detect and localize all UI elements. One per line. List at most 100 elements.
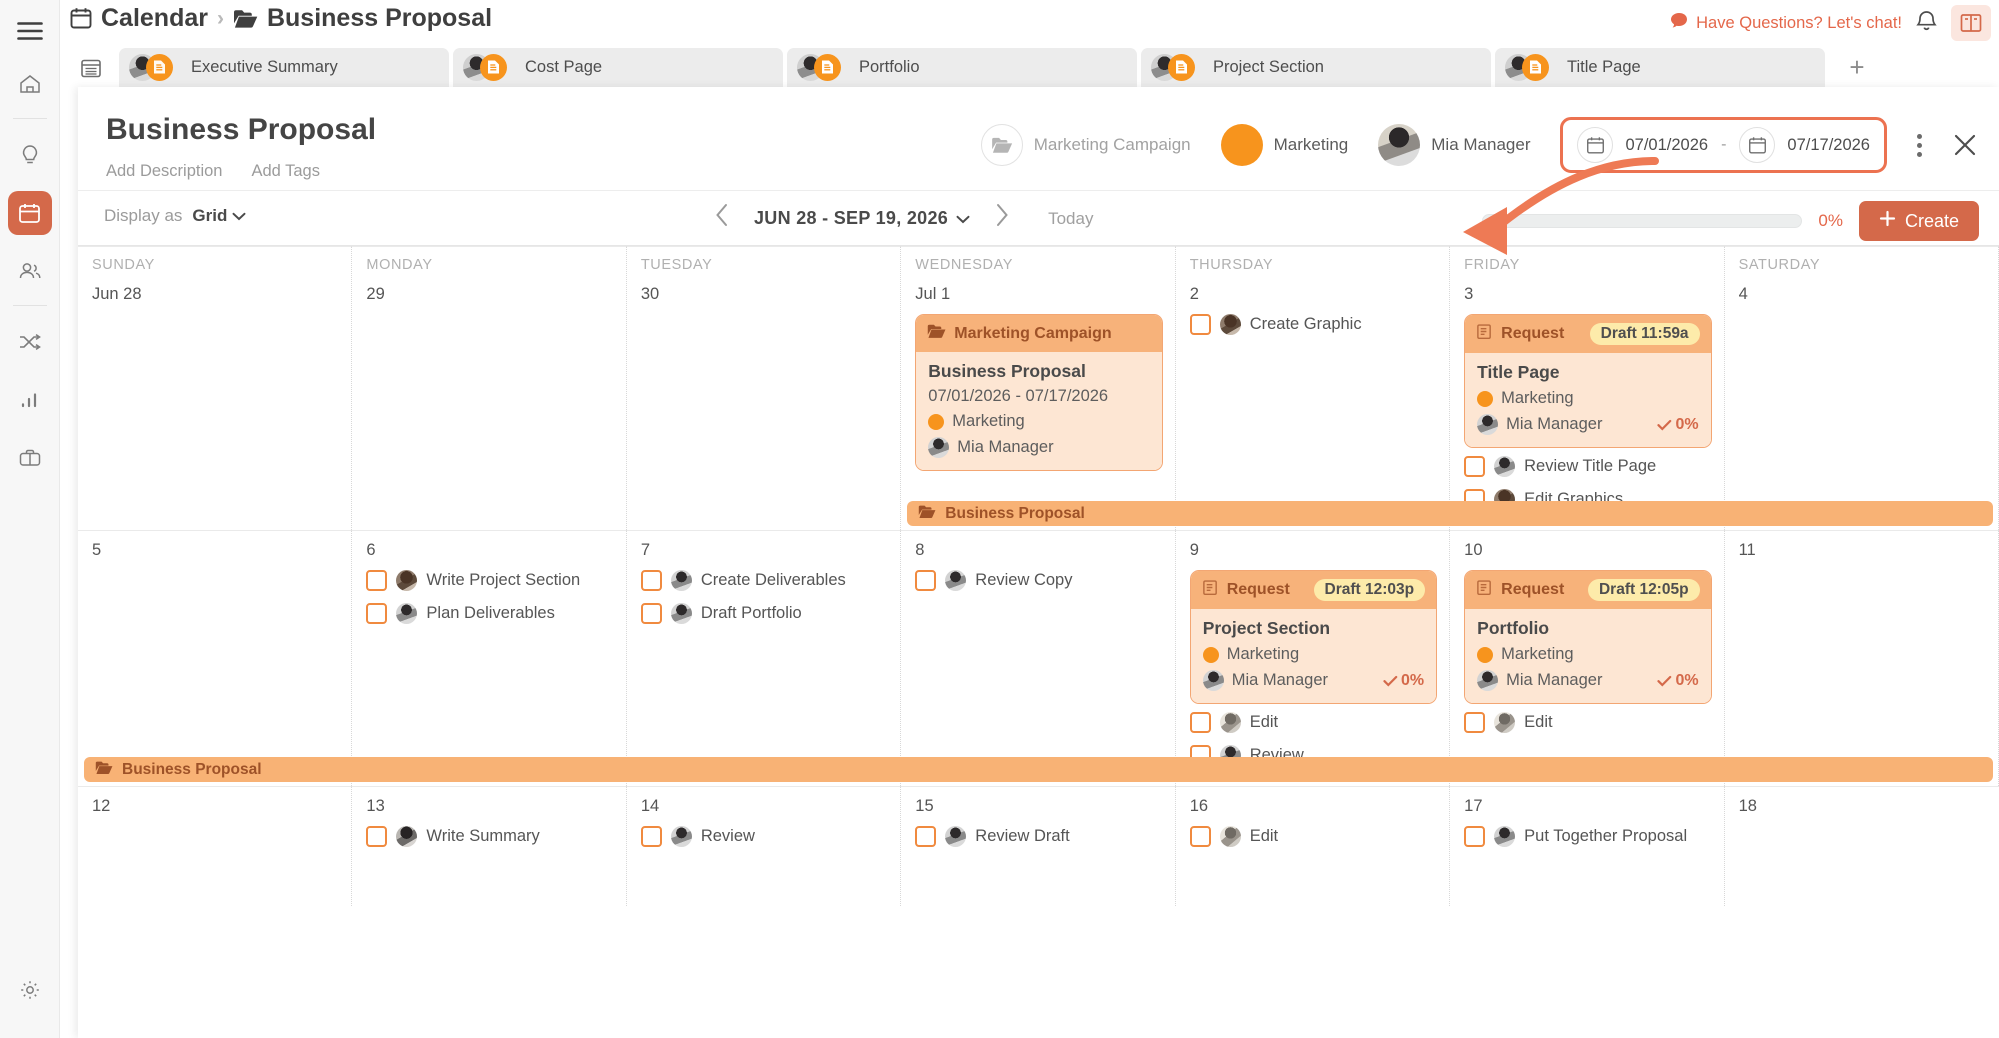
breadcrumb-root[interactable]: Calendar xyxy=(101,4,208,33)
calendar-task-item[interactable]: Draft Portfolio xyxy=(640,603,888,624)
calendar-day-cell[interactable]: 8 Review Copy xyxy=(901,530,1176,786)
notifications-bell-icon[interactable] xyxy=(1916,9,1937,37)
calendar-day-cell[interactable]: 14 Review xyxy=(626,786,902,906)
request-event-card[interactable]: Request Draft 12:05p Portfolio Marketing Mia… xyxy=(1464,570,1712,704)
project-event-card[interactable]: Marketing Campaign Business Proposal 07/01… xyxy=(915,314,1163,471)
create-button[interactable]: Create xyxy=(1858,201,1979,241)
calendar-task-item[interactable]: Write Project Section xyxy=(366,570,613,591)
task-checkbox[interactable] xyxy=(640,603,662,624)
calendar-day-cell[interactable]: 17 Put Together Proposal xyxy=(1450,786,1725,906)
calendar-day-cell[interactable]: 16 Edit xyxy=(1175,786,1451,906)
today-button[interactable]: Today xyxy=(1048,209,1093,229)
calendar-day-cell[interactable]: 15 Review Draft xyxy=(901,786,1176,906)
task-checkbox[interactable] xyxy=(640,826,662,847)
display-as-value[interactable]: Grid xyxy=(192,206,246,226)
calendar-icon[interactable] xyxy=(7,191,52,235)
calendar-task-item[interactable]: Create Deliverables xyxy=(640,570,888,591)
calendar-day-cell[interactable]: FRIDAY 3 Request Draft 11:59a Title Page Mark… xyxy=(1450,246,1725,530)
calendar-task-item[interactable]: Review xyxy=(640,826,888,847)
breadcrumb-current[interactable]: Business Proposal xyxy=(267,4,492,33)
calendar-day-cell[interactable]: WEDNESDAY Jul 1 Marketing Campaign Business… xyxy=(901,246,1176,530)
task-checkbox[interactable] xyxy=(1464,826,1486,847)
calendar-task-item[interactable]: Write Summary xyxy=(366,826,613,847)
chart-icon[interactable] xyxy=(8,378,52,422)
calendar-day-cell[interactable]: 6 Write Project Section Plan Deliverables xyxy=(352,530,627,786)
calendar-day-cell[interactable]: SATURDAY 4 xyxy=(1724,246,1999,530)
calendar-day-cell[interactable]: 9 Request Draft 12:03p Project Section Marke… xyxy=(1175,530,1451,786)
tab-project-section[interactable]: Project Section xyxy=(1141,48,1491,87)
project-span-bar[interactable]: Business Proposal xyxy=(84,757,1993,782)
folder-chip[interactable]: Marketing Campaign xyxy=(980,124,1191,166)
knowledge-book-icon[interactable] xyxy=(1951,5,1991,41)
task-checkbox[interactable] xyxy=(1189,712,1211,733)
previous-period-icon[interactable] xyxy=(710,203,734,234)
date-range-control[interactable]: 07/01/2026 - 07/17/2026 xyxy=(1560,117,1887,173)
home-icon[interactable] xyxy=(8,62,52,106)
request-event-card[interactable]: Request Draft 11:59a Title Page Marketing Mi… xyxy=(1464,314,1712,448)
assignee-chip[interactable]: Mia Manager xyxy=(1378,124,1530,166)
current-range-label[interactable]: JUN 28 - SEP 19, 2026 xyxy=(754,208,970,229)
end-date-field[interactable]: 07/17/2026 xyxy=(1739,127,1870,163)
task-checkbox[interactable] xyxy=(366,570,388,591)
calendar-toolbar: Display as Grid JUN 28 - SEP 19, 2026 To… xyxy=(78,190,1999,246)
calendar-task-item[interactable]: Review Copy xyxy=(915,570,1162,591)
calendar-task-item[interactable]: Plan Deliverables xyxy=(366,603,613,624)
tab-cost-page[interactable]: Cost Page xyxy=(453,48,783,87)
tab-executive-summary[interactable]: Executive Summary xyxy=(119,48,449,87)
calendar-day-cell[interactable]: MONDAY 29 xyxy=(352,246,627,530)
task-checkbox[interactable] xyxy=(1464,712,1486,733)
calendar-day-cell[interactable]: 11 xyxy=(1724,530,1999,786)
project-span-bar[interactable]: Business Proposal xyxy=(907,501,1993,526)
task-checkbox[interactable] xyxy=(1189,314,1211,335)
task-checkbox[interactable] xyxy=(1189,826,1211,847)
calendar-day-cell[interactable]: 7 Create Deliverables Draft Portfolio xyxy=(626,530,902,786)
event-card-assignee-row: Mia Manager xyxy=(928,437,1149,458)
gear-icon[interactable] xyxy=(8,968,52,1012)
task-checkbox[interactable] xyxy=(366,826,388,847)
calendar-day-cell[interactable]: THURSDAY 2 Create Graphic xyxy=(1175,246,1451,530)
briefcase-icon[interactable] xyxy=(8,436,52,480)
calendar-task-item[interactable]: Put Together Proposal xyxy=(1464,826,1711,847)
add-tab-button[interactable]: + xyxy=(1829,48,1885,87)
menu-icon[interactable] xyxy=(13,14,47,48)
tab-title-page[interactable]: Title Page xyxy=(1495,48,1825,87)
people-icon[interactable] xyxy=(8,249,52,293)
calendar-task-item[interactable]: Review Draft xyxy=(915,826,1162,847)
calendar-task-item[interactable]: Edit xyxy=(1464,712,1711,733)
task-checkbox[interactable] xyxy=(915,570,937,591)
close-icon[interactable] xyxy=(1943,132,1987,158)
calendar-day-cell[interactable]: 10 Request Draft 12:05p Portfolio Marketing M… xyxy=(1450,530,1725,786)
add-description-link[interactable]: Add Description xyxy=(106,162,222,181)
tab-calendar[interactable] xyxy=(67,48,115,87)
calendar-day-cell[interactable]: TUESDAY 30 xyxy=(626,246,902,530)
task-checkbox[interactable] xyxy=(366,603,388,624)
calendar-day-cell[interactable]: 5 xyxy=(78,530,353,786)
task-checkbox[interactable] xyxy=(640,570,662,591)
event-card-title: Project Section xyxy=(1202,618,1331,638)
bulb-icon[interactable] xyxy=(8,133,52,177)
event-card-header: Marketing Campaign xyxy=(916,315,1162,352)
calendar-day-cell[interactable]: 18 xyxy=(1724,786,1999,906)
tab-portfolio[interactable]: Portfolio xyxy=(787,48,1137,87)
task-checkbox[interactable] xyxy=(1464,456,1486,477)
have-questions-chat-link[interactable]: Have Questions? Let's chat! xyxy=(1670,12,1902,34)
calendar-day-cell[interactable]: 13 Write Summary xyxy=(352,786,627,906)
calendar-task-item[interactable]: Review Title Page xyxy=(1464,456,1711,477)
calendar-task-item[interactable]: Edit xyxy=(1189,712,1437,733)
list-chip[interactable]: Marketing xyxy=(1220,124,1348,166)
add-tags-link[interactable]: Add Tags xyxy=(251,162,320,181)
more-options-icon[interactable] xyxy=(1899,133,1939,157)
progress-bar[interactable] xyxy=(1482,214,1803,228)
event-card-progress: 0% xyxy=(1383,672,1424,690)
calendar-task-item[interactable]: Create Graphic xyxy=(1189,314,1437,335)
calendar-day-cell[interactable]: SUNDAY Jun 28 xyxy=(78,246,353,530)
next-period-icon[interactable] xyxy=(990,203,1014,234)
calendar-day-number: 9 xyxy=(1189,541,1199,559)
calendar-day-cell[interactable]: 12 xyxy=(78,786,353,906)
start-date-field[interactable]: 07/01/2026 xyxy=(1577,127,1708,163)
task-checkbox[interactable] xyxy=(915,826,937,847)
calendar-task-item[interactable]: Edit xyxy=(1189,826,1437,847)
display-as-control[interactable]: Display as Grid xyxy=(104,206,246,226)
request-event-card[interactable]: Request Draft 12:03p Project Section Market… xyxy=(1189,570,1438,704)
shuffle-icon[interactable] xyxy=(8,320,52,364)
